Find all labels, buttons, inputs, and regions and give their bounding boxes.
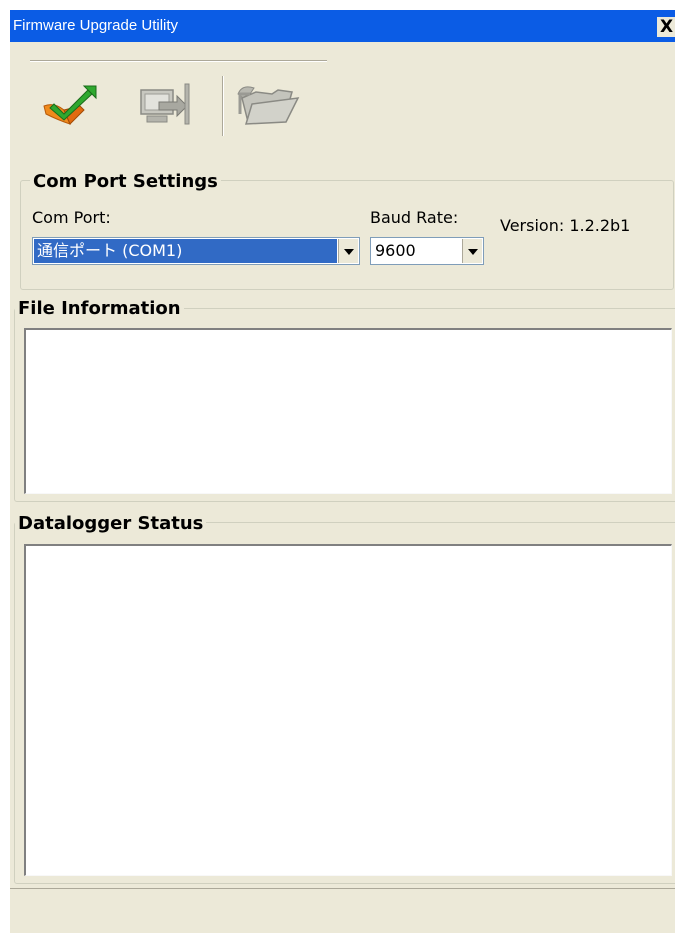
status-bar [10,888,675,933]
baud-rate-label: Baud Rate: [370,208,459,227]
com-port-settings-group [20,180,674,290]
firmware-upgrade-window: Firmware Upgrade Utility X Com Port Sett… [10,10,675,933]
com-port-value: 通信ポート (COM1) [34,239,337,263]
transfer-button[interactable] [135,80,195,130]
com-port-dropdown[interactable]: 通信ポート (COM1) [32,237,360,265]
toolbar-separator [30,60,327,62]
com-port-label: Com Port: [32,208,111,227]
file-information-textbox[interactable] [24,328,672,494]
title-bar[interactable]: Firmware Upgrade Utility X [10,10,675,42]
toolbar-vertical-separator [222,76,224,136]
window-title: Firmware Upgrade Utility [13,17,179,34]
chevron-down-icon[interactable] [338,239,358,263]
datalogger-status-textbox[interactable] [24,544,672,876]
datalogger-status-title: Datalogger Status [15,513,207,534]
chevron-down-icon[interactable] [462,239,482,263]
computer-transfer-icon [140,83,190,125]
baud-rate-dropdown[interactable]: 9600 [370,237,484,265]
com-port-settings-title: Com Port Settings [30,171,221,192]
file-information-title: File Information [15,298,184,319]
baud-rate-value: 9600 [375,241,416,260]
version-label: Version: 1.2.2b1 [500,216,631,235]
upgrade-check-icon [43,85,97,125]
upgrade-button[interactable] [40,80,100,130]
close-button[interactable]: X [657,17,675,37]
open-folder-icon [237,86,300,125]
open-folder-button[interactable] [232,80,300,130]
